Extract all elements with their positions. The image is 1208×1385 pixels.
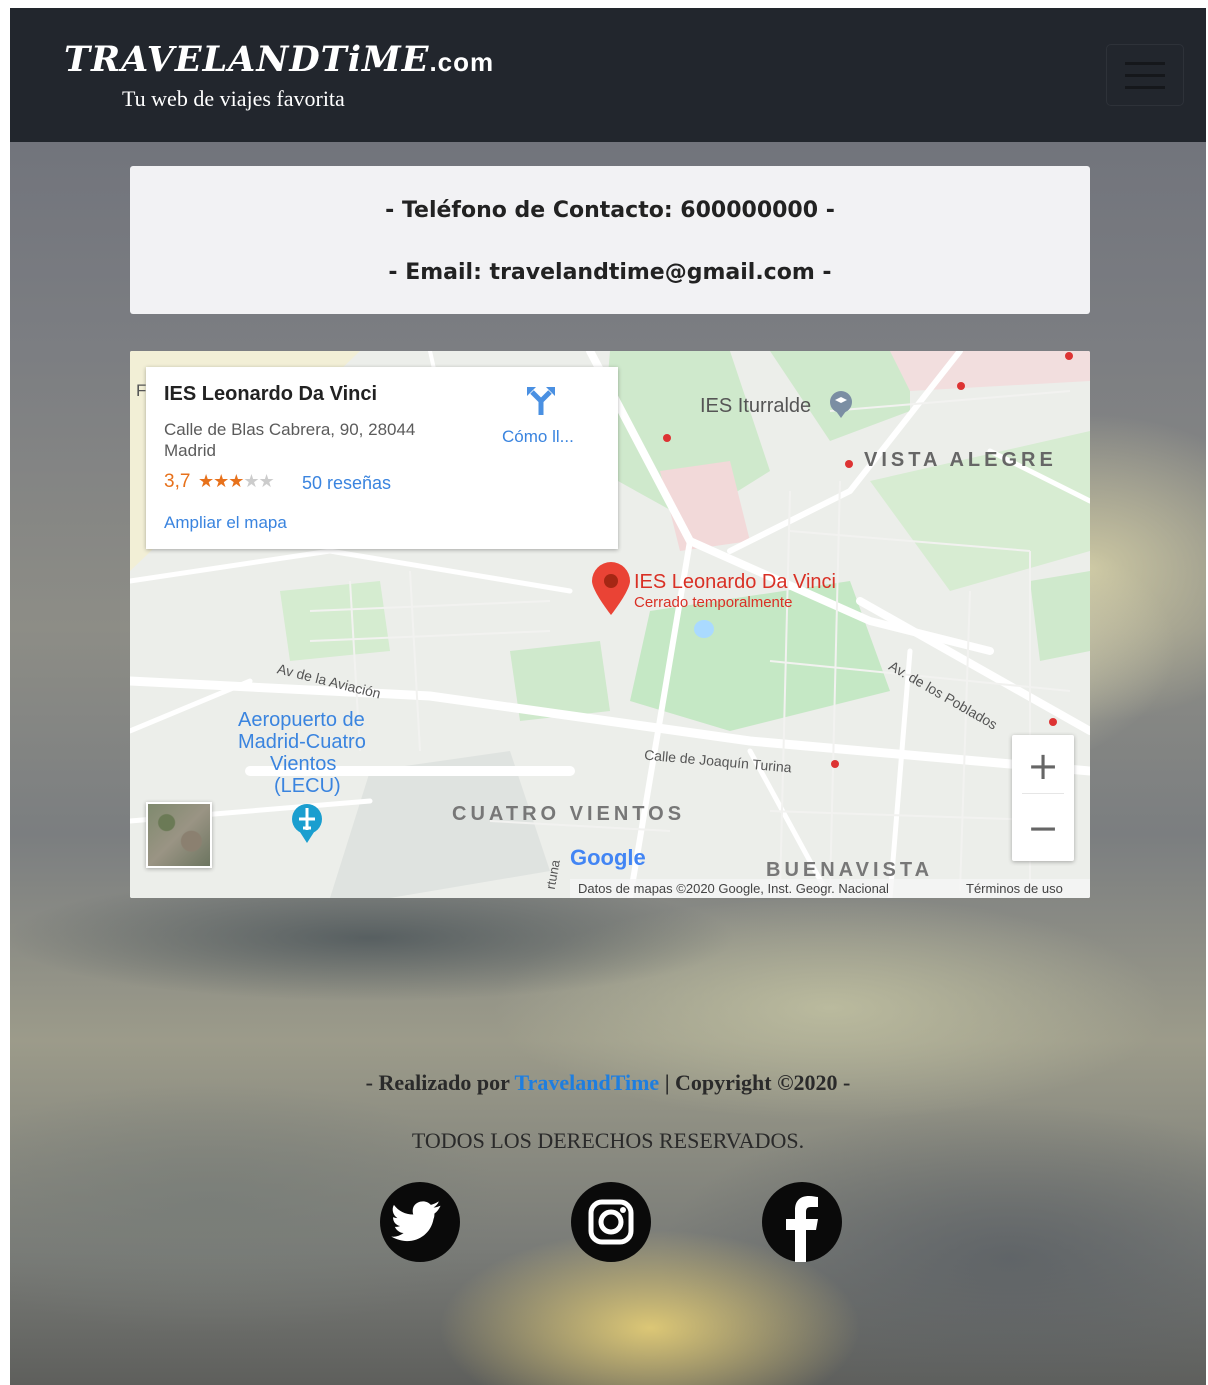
zoom-in-button[interactable]: + — [1012, 735, 1074, 797]
footer-rights: TODOS LOS DERECHOS RESERVADOS. — [411, 1128, 805, 1153]
transit-icon — [1049, 718, 1057, 726]
place-name: IES Leonardo Da Vinci — [164, 383, 378, 405]
map-attribution-bar: Datos de mapas ©2020 Google, Inst. Geogr… — [570, 879, 1090, 898]
map-label-cuatro-vientos: CUATRO VIENTOS — [452, 803, 686, 825]
place-address: Calle de Blas Cabrera, 90, 28044 Madrid — [164, 420, 416, 460]
marker-subtitle: Cerrado temporalmente — [634, 594, 793, 611]
place-info-card: IES Leonardo Da Vinci Calle de Blas Cabr… — [146, 367, 618, 549]
facebook-button[interactable] — [762, 1182, 842, 1262]
place-rating: 3,7 — [164, 471, 191, 492]
transit-icon — [845, 460, 853, 468]
zoom-divider — [1022, 793, 1064, 794]
map-label-airport-4: (LECU) — [274, 775, 341, 797]
airport-pin-icon — [292, 804, 322, 843]
satellite-toggle-button[interactable] — [146, 802, 212, 868]
page-background: TRAVELANDTiME.com Tu web de viajes favor… — [10, 8, 1206, 1385]
brand-name: TRAVELANDTiME — [64, 39, 430, 80]
directions-label[interactable]: Cómo ll... — [502, 427, 574, 447]
map-label-edge: F — [136, 381, 147, 400]
marker-title: IES Leonardo Da Vinci — [634, 571, 836, 593]
twitter-button[interactable] — [380, 1182, 460, 1262]
map-label-airport-1: Aeropuerto de — [238, 709, 365, 731]
zoom-controls: + − — [1012, 735, 1074, 861]
contact-box: - Teléfono de Contacto: 600000000 - - Em… — [130, 166, 1090, 314]
twitter-icon — [391, 1201, 441, 1242]
hamburger-bar — [1125, 74, 1165, 77]
map-marker-icon[interactable] — [590, 561, 632, 617]
map-label-airport-2: Madrid-Cuatro — [238, 731, 366, 753]
map-label-ies-iturralde: IES Iturralde — [700, 395, 812, 417]
school-pin-icon — [830, 391, 852, 418]
footer-credits: - Realizado por TravelandTime | Copyrigh… — [10, 1070, 1206, 1096]
instagram-button[interactable] — [571, 1182, 651, 1262]
brand-logo[interactable]: TRAVELANDTiME.com — [64, 40, 494, 82]
stars-empty: ★★ — [243, 471, 274, 491]
brand-tagline: Tu web de viajes favorita — [122, 86, 345, 111]
map-label-airport-3: Vientos — [270, 753, 337, 775]
hamburger-menu-icon — [1125, 62, 1165, 65]
facebook-icon — [786, 1196, 818, 1262]
transit-icon — [663, 434, 671, 442]
google-logo-text: Google — [570, 845, 646, 870]
google-map[interactable]: IES Leonardo Da Vinci Calle de Blas Cabr… — [130, 351, 1090, 898]
footer-prefix: - Realizado por — [365, 1070, 515, 1095]
contact-phone: - Teléfono de Contacto: 600000000 - — [385, 198, 835, 223]
hamburger-menu-button[interactable] — [1106, 44, 1184, 106]
transit-icon — [957, 382, 965, 390]
contact-email: - Email: travelandtime@gmail.com - — [388, 260, 832, 285]
map-label-vista-alegre: VISTA ALEGRE — [864, 449, 1057, 471]
stars-filled: ★★★ — [198, 471, 244, 491]
reviews-link[interactable]: 50 reseñas — [302, 473, 391, 494]
transit-icon — [831, 760, 839, 768]
instagram-icon — [588, 1199, 634, 1245]
navbar: TRAVELANDTiME.com Tu web de viajes favor… — [10, 8, 1206, 142]
enlarge-map-link[interactable]: Ampliar el mapa — [164, 513, 287, 533]
footer-brand-link[interactable]: TravelandTime — [515, 1070, 660, 1095]
map-attribution: Datos de mapas ©2020 Google, Inst. Geogr… — [578, 881, 889, 896]
directions-icon[interactable] — [526, 385, 556, 417]
brand-suffix: .com — [429, 47, 495, 77]
footer-copyright: | Copyright ©2020 - — [659, 1070, 851, 1095]
transit-icon — [1065, 352, 1073, 360]
google-logo: Google — [570, 845, 646, 871]
hamburger-bar — [1125, 86, 1165, 89]
zoom-out-button[interactable]: − — [1012, 797, 1074, 859]
terms-link[interactable]: Términos de uso — [966, 879, 1063, 898]
rating-stars-icon: ★★★★★ — [198, 471, 275, 492]
